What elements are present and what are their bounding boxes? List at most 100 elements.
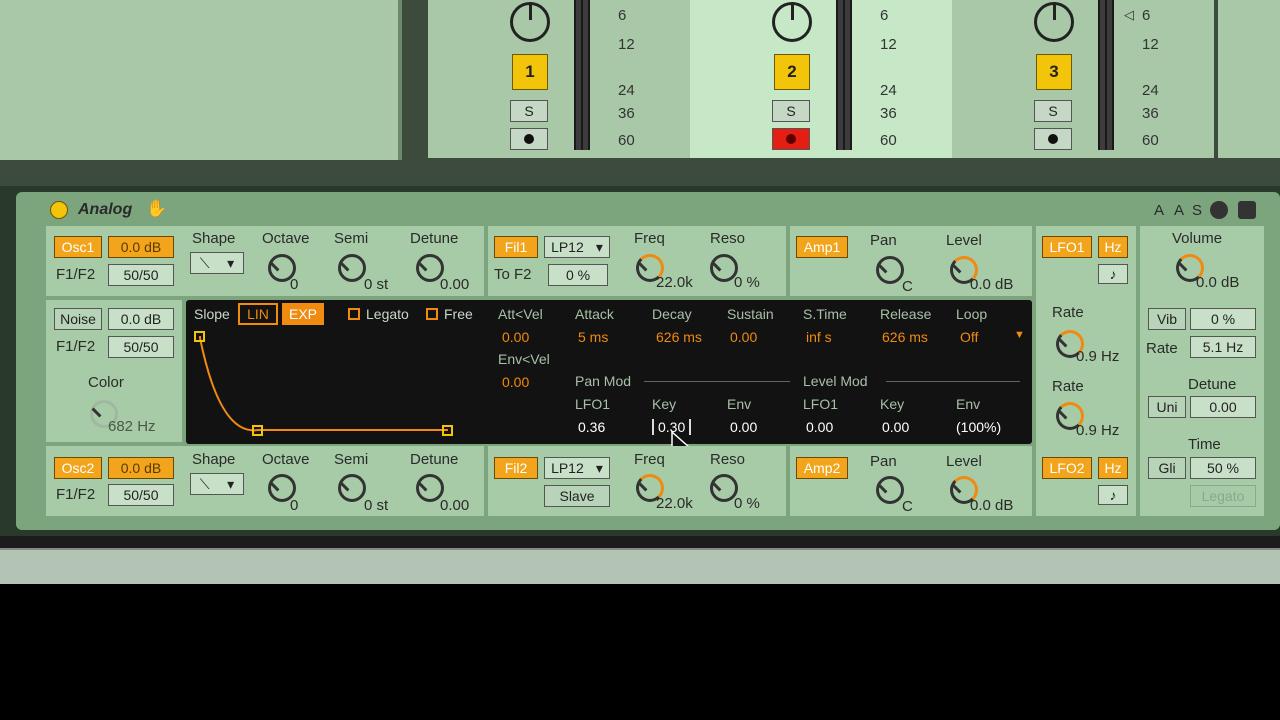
fil2-type-value: LP12 (551, 460, 584, 476)
lfo1-rate-label: Rate (1052, 304, 1084, 321)
volume-label: Volume (1172, 230, 1223, 247)
lvl-env-value[interactable]: (100%) (956, 419, 1001, 435)
track-3-arm-button[interactable] (1034, 128, 1072, 150)
amp2-pan-knob[interactable] (876, 476, 904, 504)
chevron-down-icon: ▾ (227, 475, 235, 492)
fil1-reso-value: 0 % (734, 274, 760, 291)
lfo2-toggle[interactable]: LFO2 (1042, 457, 1092, 479)
slope-lin-button[interactable]: LIN (238, 303, 278, 325)
loop-chevron-icon[interactable]: ▼ (1014, 329, 1025, 341)
glide-legato-button[interactable]: Legato (1190, 485, 1256, 507)
fil1-toggle[interactable]: Fil1 (494, 236, 538, 258)
fil2-slave-button[interactable]: Slave (544, 485, 610, 507)
uni-detune-value[interactable]: 0.00 (1190, 396, 1256, 418)
pan-lfo-value[interactable]: 0.36 (578, 419, 605, 435)
vib-button[interactable]: Vib (1148, 308, 1186, 330)
volume-arrow-icon[interactable]: ◁ (1124, 7, 1134, 23)
lvl-lfo-value[interactable]: 0.00 (806, 419, 833, 435)
track-2-activator-button[interactable]: 2 (774, 54, 810, 90)
amp2-toggle[interactable]: Amp2 (796, 457, 848, 479)
track-1-activator-button[interactable]: 1 (512, 54, 548, 90)
header-button-a2[interactable]: A (1174, 202, 1184, 219)
amp1-toggle[interactable]: Amp1 (796, 236, 848, 258)
header-button-a1[interactable]: A (1154, 202, 1164, 219)
release-label: Release (880, 306, 932, 322)
panmod-label: Pan Mod (575, 373, 632, 389)
amp1-pan-value: C (902, 278, 913, 295)
track-2-pan-knob[interactable] (772, 2, 812, 42)
track-3-pan-knob[interactable] (1034, 2, 1074, 42)
release-value[interactable]: 626 ms (882, 329, 928, 345)
track-2-solo-button[interactable]: S (772, 100, 810, 122)
fil2-type-select[interactable]: LP12 ▾ (544, 457, 610, 479)
envvel-value[interactable]: 0.00 (502, 374, 529, 390)
osc2-route-slider[interactable]: 50/50 (108, 484, 174, 506)
gli-button[interactable]: Gli (1148, 457, 1186, 479)
envvel-label: Env<Vel (498, 351, 550, 367)
tick: 36 (1142, 105, 1159, 122)
osc2-semi-knob[interactable] (338, 474, 366, 502)
amp1-pan-knob[interactable] (876, 256, 904, 284)
decay-value[interactable]: 626 ms (656, 329, 702, 345)
lfo1-hz-button[interactable]: Hz (1098, 236, 1128, 258)
free-checkbox[interactable] (426, 308, 438, 320)
osc1-route-slider[interactable]: 50/50 (108, 264, 174, 286)
lfo1-sync-note-icon[interactable]: ♪ (1098, 264, 1128, 284)
lfo2-hz-button[interactable]: Hz (1098, 457, 1128, 479)
fil1-freq-value: 22.0k (656, 274, 693, 291)
track-1-arm-button[interactable] (510, 128, 548, 150)
legato-checkbox[interactable] (348, 308, 360, 320)
pan-env-label: Env (727, 396, 752, 412)
detune-label: Detune (1188, 376, 1237, 393)
attack-label: Attack (575, 306, 614, 322)
lfo2-sync-note-icon[interactable]: ♪ (1098, 485, 1128, 505)
osc1-gain[interactable]: 0.0 dB (108, 236, 174, 258)
noise-toggle[interactable]: Noise (54, 308, 102, 330)
osc2-shape-select[interactable]: ⟍ ▾ (190, 473, 244, 495)
osc2-toggle[interactable]: Osc2 (54, 457, 102, 479)
lvl-key-value[interactable]: 0.00 (882, 419, 909, 435)
track-1-solo-button[interactable]: S (510, 100, 548, 122)
stime-value[interactable]: inf s (806, 329, 832, 345)
header-button-s[interactable]: S (1192, 202, 1202, 219)
track-2-scale: 6 12 24 36 60 (880, 0, 920, 150)
sustain-value[interactable]: 0.00 (730, 329, 757, 345)
attvel-value[interactable]: 0.00 (502, 329, 529, 345)
tick: 12 (1142, 36, 1159, 53)
vib-rate-value[interactable]: 5.1 Hz (1190, 336, 1256, 358)
fil1-reso-label: Reso (710, 230, 746, 247)
slope-exp-button[interactable]: EXP (282, 303, 324, 325)
osc1-shape-select[interactable]: ⟍ ▾ (190, 252, 244, 274)
noise-route-slider[interactable]: 50/50 (108, 336, 174, 358)
vib-rate-label: Rate (1146, 340, 1178, 357)
tick: 6 (618, 7, 627, 24)
vib-amount[interactable]: 0 % (1190, 308, 1256, 330)
fil2-toggle[interactable]: Fil2 (494, 457, 538, 479)
track-3-solo-button[interactable]: S (1034, 100, 1072, 122)
osc1-semi-knob[interactable] (338, 254, 366, 282)
noise-gain[interactable]: 0.0 dB (108, 308, 174, 330)
hot-swap-icon[interactable] (1210, 201, 1228, 219)
pan-env-value[interactable]: 0.00 (730, 419, 757, 435)
amp2-pan-value: C (902, 498, 913, 515)
lfo2-rate-value: 0.9 Hz (1076, 422, 1120, 439)
device-power-icon[interactable] (50, 201, 68, 219)
fil1-to-slider[interactable]: 0 % (548, 264, 608, 286)
tick: 6 (1142, 7, 1151, 24)
osc2-semi-label: Semi (334, 451, 369, 468)
save-preset-icon[interactable] (1238, 201, 1256, 219)
track-1-pan-knob[interactable] (510, 2, 550, 42)
track-3-activator-button[interactable]: 3 (1036, 54, 1072, 90)
legato-label: Legato (366, 306, 409, 322)
lfo1-toggle[interactable]: LFO1 (1042, 236, 1092, 258)
track-2-arm-button[interactable] (772, 128, 810, 150)
fil1-type-select[interactable]: LP12 ▾ (544, 236, 610, 258)
uni-button[interactable]: Uni (1148, 396, 1186, 418)
osc1-toggle[interactable]: Osc1 (54, 236, 102, 258)
gli-time-value[interactable]: 50 % (1190, 457, 1256, 479)
envelope-graph[interactable] (190, 326, 470, 440)
osc2-gain[interactable]: 0.0 dB (108, 457, 174, 479)
track-2-meter (836, 0, 852, 150)
attack-value[interactable]: 5 ms (578, 329, 608, 345)
loop-value[interactable]: Off (960, 329, 978, 345)
